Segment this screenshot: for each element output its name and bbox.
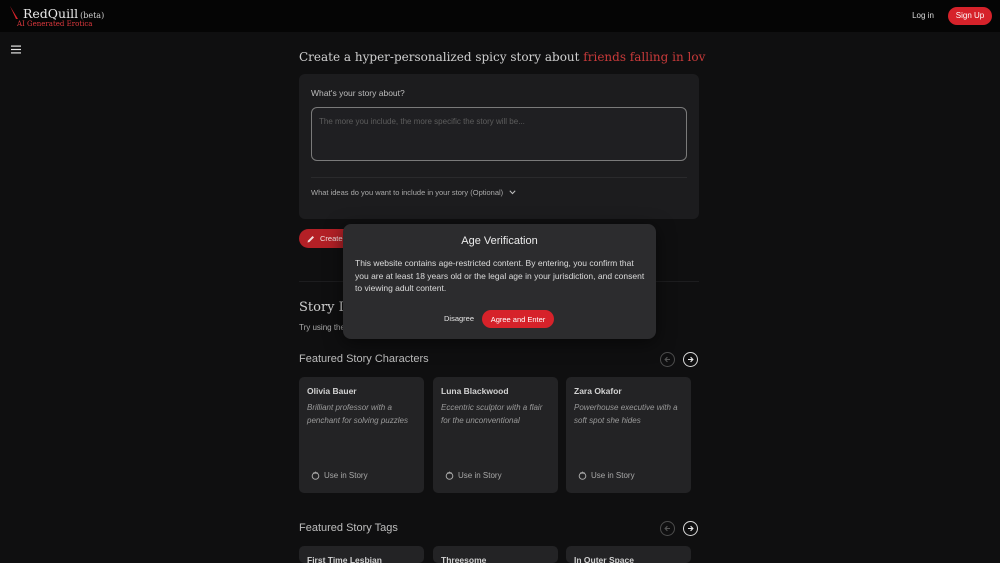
featured-tags-title: Featured Story Tags (299, 522, 398, 534)
story-form-card: What's your story about? What ideas do y… (299, 74, 699, 219)
tag-name: In Outer Space (574, 555, 634, 563)
story-ideas-subtitle: Try using these (299, 323, 345, 332)
chevron-down-icon (509, 190, 516, 195)
tag-card[interactable]: In Outer Space (566, 546, 691, 563)
login-link[interactable]: Log in (905, 11, 941, 20)
character-description: Powerhouse executive with a soft spot sh… (574, 403, 678, 425)
story-question-label: What's your story about? (311, 88, 405, 98)
use-in-story-label: Use in Story (591, 471, 635, 480)
arrow-left-icon (664, 525, 670, 532)
logo-subtitle: AI Generated Erotica (17, 20, 93, 28)
logo-text: RedQuill (beta) (23, 6, 105, 21)
hamburger-menu-icon[interactable] (11, 45, 21, 54)
arrow-right-icon (688, 525, 694, 532)
headline-text: Create a hyper-personalized spicy story … (299, 50, 584, 64)
disagree-button[interactable]: Disagree (444, 314, 474, 323)
use-in-story-button[interactable]: Use in Story (445, 471, 502, 480)
story-description-input[interactable] (311, 107, 687, 161)
quill-logo-icon (10, 6, 18, 19)
tag-card[interactable]: First Time Lesbian (299, 546, 424, 563)
headline-highlight: friends falling in lov (583, 50, 706, 64)
character-description: Brilliant professor with a penchant for … (307, 403, 408, 425)
character-name: Luna Blackwood (441, 386, 509, 396)
character-card[interactable]: Zara Okafor Powerhouse executive with a … (566, 377, 691, 493)
page-headline: Create a hyper-personalized spicy story … (299, 50, 705, 64)
hand-icon (578, 471, 587, 480)
tag-card[interactable]: Threesome (433, 546, 558, 563)
age-verification-modal: Age Verification This website contains a… (343, 224, 656, 339)
hand-icon (445, 471, 454, 480)
use-in-story-label: Use in Story (324, 471, 368, 480)
top-navigation-bar: RedQuill (beta) AI Generated Erotica Log … (0, 0, 1000, 32)
use-in-story-label: Use in Story (458, 471, 502, 480)
story-ideas-title: Story Ideas (299, 300, 345, 315)
tag-name: Threesome (441, 555, 487, 563)
character-card[interactable]: Luna Blackwood Eccentric sculptor with a… (433, 377, 558, 493)
tags-prev-button[interactable] (660, 521, 675, 536)
ideas-toggle[interactable]: What ideas do you want to include in you… (311, 188, 516, 197)
character-name: Olivia Bauer (307, 386, 357, 396)
tag-name: First Time Lesbian (307, 555, 382, 563)
use-in-story-button[interactable]: Use in Story (578, 471, 635, 480)
hand-icon (311, 471, 320, 480)
arrow-left-icon (664, 356, 670, 363)
arrow-right-icon (688, 356, 694, 363)
signup-button[interactable]: Sign Up (948, 7, 992, 25)
featured-characters-title: Featured Story Characters (299, 353, 429, 365)
characters-next-button[interactable] (683, 352, 698, 367)
modal-title: Age Verification (461, 235, 538, 247)
character-description: Eccentric sculptor with a flair for the … (441, 403, 543, 425)
tags-next-button[interactable] (683, 521, 698, 536)
ideas-label: What ideas do you want to include in you… (311, 188, 504, 197)
use-in-story-button[interactable]: Use in Story (311, 471, 368, 480)
pencil-icon (307, 235, 314, 242)
modal-body: This website contains age-restricted con… (355, 258, 645, 294)
beta-badge: (beta) (80, 11, 105, 20)
characters-prev-button[interactable] (660, 352, 675, 367)
agree-enter-button[interactable]: Agree and Enter (482, 310, 554, 328)
character-card[interactable]: Olivia Bauer Brilliant professor with a … (299, 377, 424, 493)
create-label: Create (320, 234, 343, 243)
character-name: Zara Okafor (574, 386, 622, 396)
divider (311, 177, 687, 178)
